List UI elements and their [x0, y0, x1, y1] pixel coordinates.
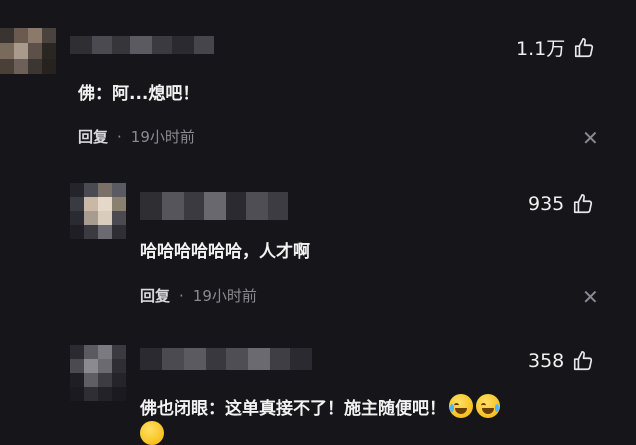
avatar[interactable]: [70, 345, 126, 401]
separator-dot: ·: [117, 127, 122, 146]
username-blurred[interactable]: [70, 36, 214, 54]
laughing-tears-emoji-icon: [140, 421, 164, 445]
like-count-value: 1.1万: [516, 38, 566, 60]
reply-button[interactable]: 回复: [140, 285, 170, 306]
comment-text-row: 佛也闭眼：这单真接不了！施主随便吧！: [140, 394, 500, 419]
laughing-tears-emoji-icon: [476, 394, 500, 418]
comment-text: 哈哈哈哈哈哈，人才啊: [140, 242, 310, 262]
comment-text: 佛：阿...熄吧！: [78, 84, 200, 104]
like-count[interactable]: 358: [528, 350, 594, 372]
timestamp: 19小时前: [130, 128, 195, 146]
reply-button[interactable]: 回复: [78, 126, 108, 147]
like-count-value: 935: [528, 193, 565, 215]
avatar[interactable]: [0, 28, 56, 74]
avatar[interactable]: [70, 183, 126, 239]
close-icon[interactable]: ✕: [582, 287, 599, 307]
laughing-tears-emoji-icon: [449, 394, 473, 418]
comment-meta: 回复 · 19小时前: [140, 285, 257, 306]
username-blurred[interactable]: [140, 192, 288, 220]
thumbs-up-icon[interactable]: [572, 350, 594, 372]
comment-text: 佛也闭眼：这单真接不了！施主随便吧！: [140, 399, 446, 419]
close-icon[interactable]: ✕: [582, 128, 599, 148]
username-blurred[interactable]: [140, 348, 312, 370]
comment-meta: 回复 · 19小时前: [78, 126, 195, 147]
thumbs-up-icon[interactable]: [573, 37, 595, 59]
timestamp: 19小时前: [192, 287, 257, 305]
like-count-value: 358: [528, 350, 565, 372]
separator-dot: ·: [179, 286, 184, 305]
thumbs-up-icon[interactable]: [572, 193, 594, 215]
like-count[interactable]: 1.1万: [516, 34, 595, 61]
like-count[interactable]: 935: [528, 193, 594, 215]
